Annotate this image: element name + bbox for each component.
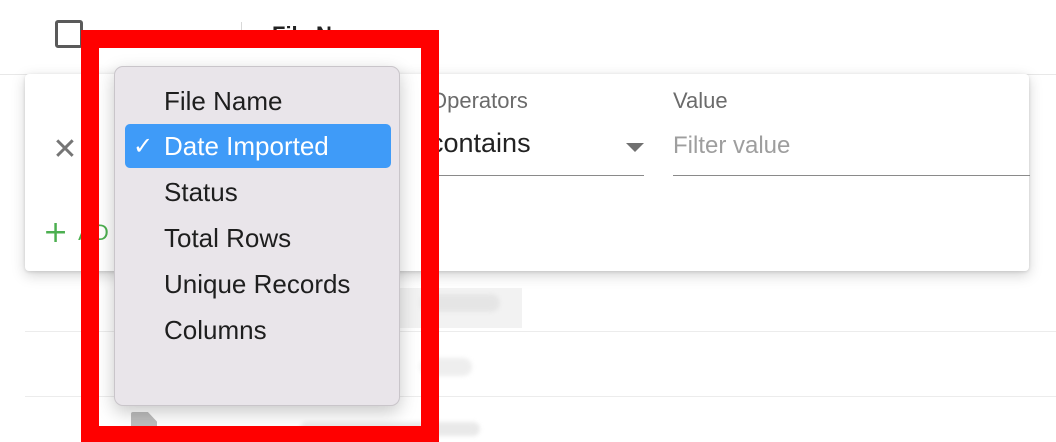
select-all-checkbox[interactable] [55, 20, 83, 48]
operator-underline [430, 175, 644, 176]
column-select-menu: File Name ✓ Date Imported Status Total R… [114, 66, 400, 406]
close-icon[interactable]: ✕ [51, 135, 79, 165]
value-field: Value [673, 88, 1030, 176]
menu-item-label: Unique Records [164, 269, 351, 299]
blurred-cell-text [420, 358, 472, 376]
menu-item-unique-records[interactable]: Unique Records [125, 262, 391, 306]
value-underline [673, 175, 1030, 176]
value-label: Value [673, 88, 728, 113]
operator-select[interactable]: Operators contains [430, 88, 644, 176]
operator-label: Operators [430, 88, 528, 113]
menu-item-status[interactable]: Status [125, 170, 391, 214]
blurred-cell-text [420, 294, 500, 312]
menu-item-date-imported[interactable]: ✓ Date Imported [125, 124, 391, 168]
checkmark-icon: ✓ [133, 132, 154, 160]
column-separator [241, 22, 242, 48]
menu-item-file-name[interactable]: File Name [125, 79, 391, 123]
menu-item-label: Columns [164, 315, 267, 345]
filter-value-input[interactable] [673, 128, 1030, 164]
plus-icon: + [43, 215, 69, 250]
menu-item-label: Status [164, 177, 238, 207]
column-header-file-name[interactable]: File Name [272, 22, 376, 48]
caret-down-icon [626, 143, 644, 152]
menu-item-label: Date Imported [164, 131, 329, 161]
operator-value: contains [430, 128, 531, 158]
menu-item-columns[interactable]: Columns [125, 308, 391, 352]
add-filter-label: AD [78, 220, 109, 245]
table-header: File Name [0, 0, 1056, 75]
add-filter-button[interactable]: + AD [43, 218, 109, 248]
file-icon [131, 412, 157, 442]
menu-item-label: Total Rows [164, 223, 292, 253]
blurred-file-name [300, 422, 480, 436]
screen: File Name ✕ + AD Operators contains Value… [0, 0, 1056, 442]
menu-item-label: File Name [164, 86, 283, 116]
menu-item-total-rows[interactable]: Total Rows [125, 216, 391, 260]
